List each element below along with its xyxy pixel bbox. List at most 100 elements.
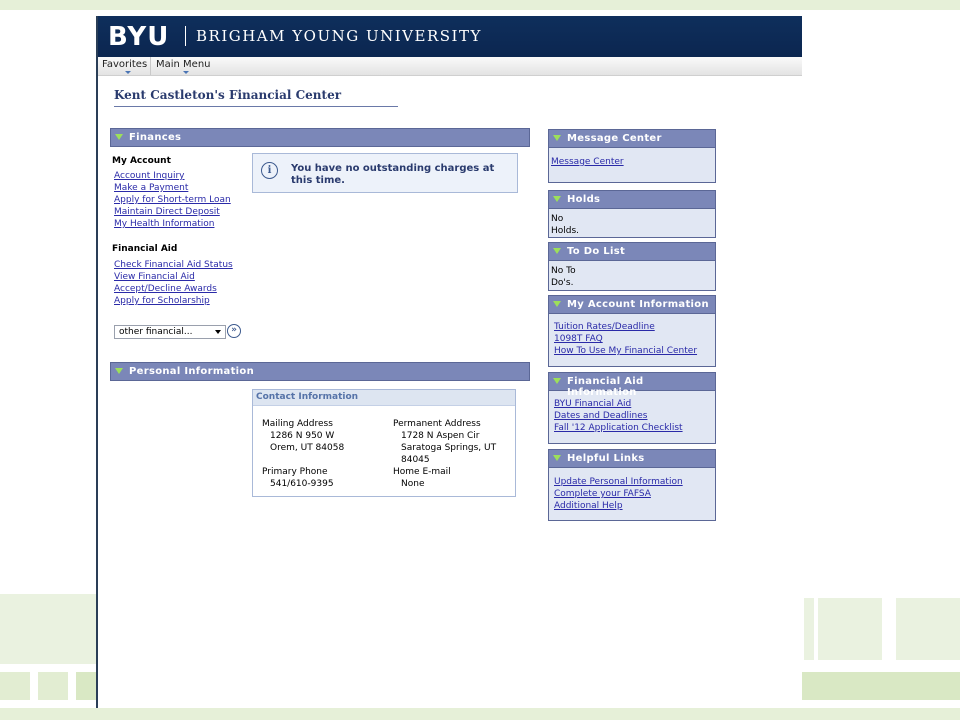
collapse-triangle-icon[interactable] bbox=[553, 378, 561, 384]
home-email-label: Home E-mail bbox=[393, 467, 451, 477]
link-1098t-faq[interactable]: 1098T FAQ bbox=[554, 334, 603, 344]
holds-title: Holds bbox=[567, 194, 601, 205]
dropdown-arrow-icon bbox=[124, 71, 131, 74]
todo-line1: No To bbox=[551, 266, 576, 276]
message-center-title: Message Center bbox=[567, 133, 662, 144]
permanent-address-label: Permanent Address bbox=[393, 419, 481, 429]
personal-info-title: Personal Information bbox=[129, 366, 254, 377]
personal-info-panel-header[interactable]: Personal Information bbox=[110, 362, 530, 381]
info-icon: i bbox=[261, 162, 278, 179]
slide-left-square bbox=[0, 672, 30, 700]
holds-line1: No bbox=[551, 214, 564, 224]
menu-favorites-label: Favorites bbox=[102, 59, 148, 70]
slide-right-square bbox=[818, 598, 882, 660]
link-direct-deposit[interactable]: Maintain Direct Deposit bbox=[114, 207, 220, 217]
collapse-triangle-icon[interactable] bbox=[553, 196, 561, 202]
menu-favorites[interactable]: Favorites bbox=[102, 59, 148, 74]
slide-right-square bbox=[804, 598, 814, 660]
my-account-heading: My Account bbox=[112, 156, 171, 166]
select-value: other financial... bbox=[119, 327, 193, 337]
collapse-triangle-icon[interactable] bbox=[553, 301, 561, 307]
account-information-title: My Account Information bbox=[567, 299, 709, 310]
helpful-links-box: Helpful Links Update Personal Informatio… bbox=[548, 449, 716, 521]
finances-title: Finances bbox=[129, 132, 182, 143]
link-check-aid-status[interactable]: Check Financial Aid Status bbox=[114, 260, 233, 270]
holds-line2: Holds. bbox=[551, 226, 580, 236]
university-name: BRIGHAM YOUNG UNIVERSITY bbox=[196, 27, 482, 45]
menu-divider bbox=[150, 57, 151, 75]
finances-panel-header[interactable]: Finances bbox=[110, 128, 530, 147]
link-short-term-loan[interactable]: Apply for Short-term Loan bbox=[114, 195, 231, 205]
collapse-triangle-icon[interactable] bbox=[553, 248, 561, 254]
go-button[interactable]: » bbox=[227, 324, 241, 338]
primary-phone-value: 541/610-9395 bbox=[270, 479, 334, 489]
link-additional-help[interactable]: Additional Help bbox=[554, 501, 623, 511]
slide-left-square bbox=[38, 672, 68, 700]
link-health-information[interactable]: My Health Information bbox=[114, 219, 214, 229]
slide-right-band bbox=[800, 672, 960, 700]
link-tuition-rates[interactable]: Tuition Rates/Deadline bbox=[554, 322, 655, 332]
university-banner: BYU BRIGHAM YOUNG UNIVERSITY bbox=[98, 16, 802, 57]
link-update-personal-info[interactable]: Update Personal Information bbox=[554, 477, 683, 487]
mailing-address-line1: 1286 N 950 W bbox=[270, 431, 335, 441]
permanent-address-line2: Saratoga Springs, UT bbox=[401, 443, 497, 453]
mailing-address-label: Mailing Address bbox=[262, 419, 333, 429]
account-information-header[interactable]: My Account Information bbox=[548, 295, 716, 314]
dropdown-arrow-icon bbox=[183, 71, 190, 74]
menu-bar: Favorites Main Menu bbox=[98, 57, 802, 76]
helpful-links-title: Helpful Links bbox=[567, 453, 645, 464]
screenshot-window: BYU BRIGHAM YOUNG UNIVERSITY Favorites M… bbox=[96, 16, 802, 708]
slide-bottom-band bbox=[0, 708, 960, 720]
collapse-triangle-icon[interactable] bbox=[553, 135, 561, 141]
helpful-links-header[interactable]: Helpful Links bbox=[548, 449, 716, 468]
byu-logo: BYU bbox=[108, 22, 170, 52]
link-dates-deadlines[interactable]: Dates and Deadlines bbox=[554, 411, 647, 421]
contact-information-box: Contact Information Mailing Address 1286… bbox=[252, 389, 516, 497]
link-view-financial-aid[interactable]: View Financial Aid bbox=[114, 272, 195, 282]
other-financial-select[interactable]: other financial... bbox=[114, 325, 226, 339]
aid-information-header[interactable]: Financial Aid Information bbox=[548, 372, 716, 398]
contact-information-title: Contact Information bbox=[256, 392, 359, 402]
menu-main-menu-label: Main Menu bbox=[156, 59, 211, 70]
todo-list-box: To Do List No To Do's. bbox=[548, 242, 716, 291]
aid-information-title: Financial Aid Information bbox=[567, 376, 644, 398]
collapse-triangle-icon[interactable] bbox=[553, 455, 561, 461]
aid-information-box: Financial Aid Information BYU Financial … bbox=[548, 372, 716, 444]
link-complete-fafsa[interactable]: Complete your FAFSA bbox=[554, 489, 651, 499]
link-make-payment[interactable]: Make a Payment bbox=[114, 183, 188, 193]
mailing-address-line2: Orem, UT 84058 bbox=[270, 443, 345, 453]
link-byu-financial-aid[interactable]: BYU Financial Aid bbox=[554, 399, 631, 409]
menu-main-menu[interactable]: Main Menu bbox=[156, 59, 211, 74]
link-account-inquiry[interactable]: Account Inquiry bbox=[114, 171, 185, 181]
link-application-checklist[interactable]: Fall '12 Application Checklist bbox=[554, 423, 683, 433]
slide-top-band bbox=[0, 0, 960, 10]
holds-header[interactable]: Holds bbox=[548, 190, 716, 209]
slide-right-square bbox=[896, 598, 960, 660]
todo-list-header[interactable]: To Do List bbox=[548, 242, 716, 261]
home-email-value: None bbox=[401, 479, 425, 489]
permanent-address-line1: 1728 N Aspen Cir bbox=[401, 431, 480, 441]
link-accept-decline-awards[interactable]: Accept/Decline Awards bbox=[114, 284, 217, 294]
permanent-address-line3: 84045 bbox=[401, 455, 430, 465]
link-apply-scholarship[interactable]: Apply for Scholarship bbox=[114, 296, 210, 306]
banner-divider bbox=[185, 26, 186, 46]
todo-line2: Do's. bbox=[551, 278, 574, 288]
account-information-box: My Account Information Tuition Rates/Dea… bbox=[548, 295, 716, 367]
primary-phone-label: Primary Phone bbox=[262, 467, 328, 477]
page-title: Kent Castleton's Financial Center bbox=[114, 88, 398, 107]
todo-list-title: To Do List bbox=[567, 246, 626, 257]
message-center-box: Message Center Message Center bbox=[548, 129, 716, 183]
link-message-center[interactable]: Message Center bbox=[551, 157, 624, 167]
message-center-header[interactable]: Message Center bbox=[548, 129, 716, 148]
chevron-down-icon bbox=[215, 330, 221, 334]
contact-information-header: Contact Information bbox=[253, 390, 515, 406]
slide-left-band bbox=[0, 594, 96, 664]
notice-text: You have no outstanding charges at this … bbox=[291, 163, 495, 186]
financial-aid-heading: Financial Aid bbox=[112, 244, 178, 254]
outstanding-charges-notice: i You have no outstanding charges at thi… bbox=[252, 153, 518, 193]
slide-left-square bbox=[76, 672, 96, 700]
holds-box: Holds No Holds. bbox=[548, 190, 716, 238]
link-how-to-use[interactable]: How To Use My Financial Center bbox=[554, 346, 697, 356]
collapse-triangle-icon[interactable] bbox=[115, 134, 123, 140]
collapse-triangle-icon[interactable] bbox=[115, 368, 123, 374]
